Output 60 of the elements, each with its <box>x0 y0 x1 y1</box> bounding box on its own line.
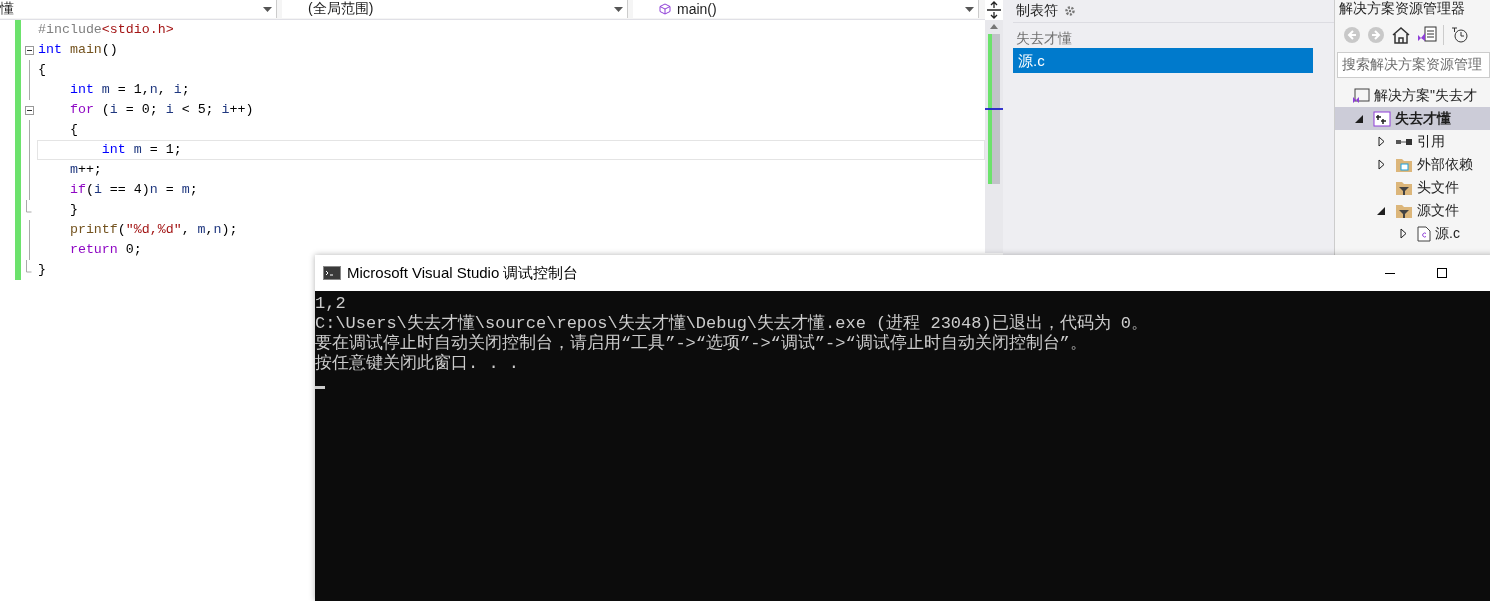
scope-dropdown[interactable]: (全局范围) <box>282 0 628 18</box>
folder-icon <box>1395 156 1413 173</box>
group-label: 失去才懂 <box>1015 29 1073 48</box>
split-icon[interactable] <box>985 0 1003 20</box>
c-file-icon <box>1417 225 1431 242</box>
code-line: int main() <box>37 41 119 59</box>
tree-item[interactable]: 失去才懂 <box>1335 107 1490 130</box>
console-output-line: 1,2 <box>315 294 347 314</box>
collapse-toggle-icon[interactable] <box>24 45 34 55</box>
text-cursor <box>315 386 325 389</box>
caret-icon <box>965 6 974 12</box>
scrollbar[interactable] <box>985 20 1003 253</box>
collapse-toggle-icon[interactable] <box>24 105 34 115</box>
caret-icon <box>263 6 272 12</box>
expanded-arrow-icon[interactable] <box>1355 114 1363 123</box>
console-output-line: 要在调试停止时自动关闭控制台，请启用“工具”->“选项”->“调试”->“调试停止时自动关闭控制台”。 <box>315 334 1088 353</box>
tree-item[interactable]: 外部依赖 <box>1335 153 1490 176</box>
panel-title: 制表符 <box>1016 2 1058 20</box>
search-field[interactable]: 搜索解决方案资源管理 <box>1337 52 1490 78</box>
settings-icon[interactable] <box>1064 5 1076 17</box>
code-line: printf("%d,%d", m,n); <box>68 221 239 239</box>
caret-icon <box>614 6 623 12</box>
tree-item[interactable]: 源.c <box>1335 222 1490 245</box>
code-line: m++; <box>68 161 103 179</box>
filter-folder-icon <box>1395 202 1413 219</box>
collapsed-arrow-icon[interactable] <box>1377 136 1385 147</box>
collapsed-arrow-icon[interactable] <box>1399 228 1407 239</box>
console-output-line: 按任意键关闭此窗口. . . <box>315 354 520 374</box>
cube-icon <box>659 3 671 15</box>
references-icon <box>1395 136 1413 147</box>
panel-title: 解决方案资源管理器 <box>1338 0 1466 18</box>
code-line: return 0; <box>68 241 143 259</box>
scope-dropdown[interactable]: 懂 <box>0 0 277 18</box>
tree-item[interactable]: 头文件 <box>1335 176 1490 199</box>
expanded-arrow-icon[interactable] <box>1377 206 1385 215</box>
scope-dropdown[interactable]: main() <box>633 0 979 18</box>
console-output-line: C:\Users\失去才懂\source\repos\失去才懂\Debug\失去才懂.exe (进程 23048)已退出，代码为 0。 <box>315 314 1150 333</box>
code-line: int m = 1,n, i; <box>68 81 191 99</box>
tab-item[interactable]: 源.c <box>1013 48 1313 73</box>
maximize-icon <box>1437 268 1447 278</box>
code-line: if(i == 4)n = m; <box>68 181 199 199</box>
code-line: } <box>68 201 79 219</box>
code-line: #include<stdio.h> <box>37 21 175 39</box>
project-icon <box>1373 110 1391 127</box>
minimize-icon <box>1385 272 1395 274</box>
tree-item[interactable]: 解决方案"失去才 <box>1335 84 1490 107</box>
console-icon <box>323 266 341 280</box>
code-line: for (i = 0; i < 5; i++) <box>68 101 255 119</box>
code-line: } <box>37 261 47 279</box>
clock-icon[interactable] <box>1450 26 1470 44</box>
window-title: Microsoft Visual Studio 调试控制台 <box>347 263 580 283</box>
home-icon[interactable] <box>1391 26 1411 44</box>
switch-views-icon[interactable] <box>1417 26 1437 44</box>
code-line: { <box>68 121 79 139</box>
collapsed-arrow-icon[interactable] <box>1377 159 1385 170</box>
code-line: { <box>37 61 47 79</box>
tree-item[interactable]: 源文件 <box>1335 199 1490 222</box>
filter-folder-icon <box>1395 179 1413 196</box>
solution-icon <box>1352 87 1370 104</box>
tree-item[interactable]: 引用 <box>1335 130 1490 153</box>
